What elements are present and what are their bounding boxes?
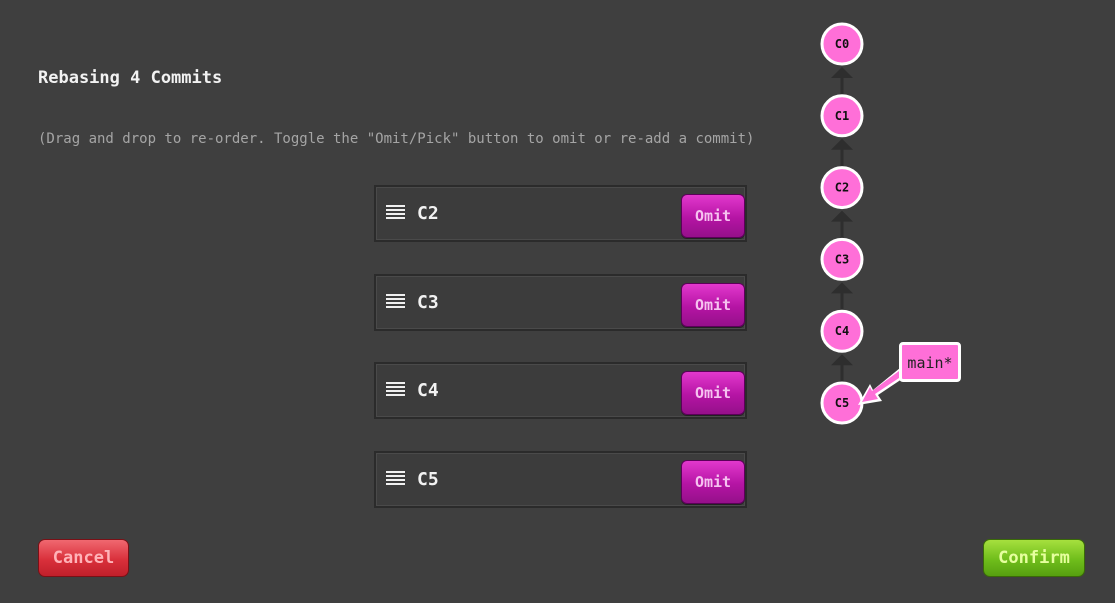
- commit-node-c2[interactable]: C2: [820, 166, 864, 210]
- commit-edge-arrowhead: [831, 67, 853, 78]
- commit-tree: C0 C1 C2 C3 C4 C5: [820, 22, 905, 425]
- commit-node-c1[interactable]: C1: [820, 94, 864, 138]
- commit-node-label: C5: [835, 396, 849, 410]
- commit-edge-arrowhead: [831, 282, 853, 294]
- commit-node-c0[interactable]: C0: [820, 22, 864, 66]
- commit-node-label: C4: [835, 324, 849, 338]
- rebase-dialog: Rebasing 4 Commits (Drag and drop to re-…: [0, 0, 1115, 603]
- commit-edge-arrowhead: [831, 138, 853, 150]
- branch-pointer-arrow: [858, 368, 905, 405]
- commit-node-c4[interactable]: C4: [820, 309, 864, 353]
- commit-node-label: C2: [835, 181, 849, 195]
- commit-node-label: C0: [835, 37, 849, 51]
- commit-edge-arrowhead: [831, 354, 853, 366]
- commit-node-c5[interactable]: C5: [820, 381, 864, 425]
- branch-label-main[interactable]: main*: [899, 342, 961, 382]
- commit-node-label: C3: [835, 252, 849, 266]
- commit-edge-arrowhead: [831, 210, 853, 222]
- commit-node-c3[interactable]: C3: [820, 237, 864, 281]
- commit-node-label: C1: [835, 109, 849, 123]
